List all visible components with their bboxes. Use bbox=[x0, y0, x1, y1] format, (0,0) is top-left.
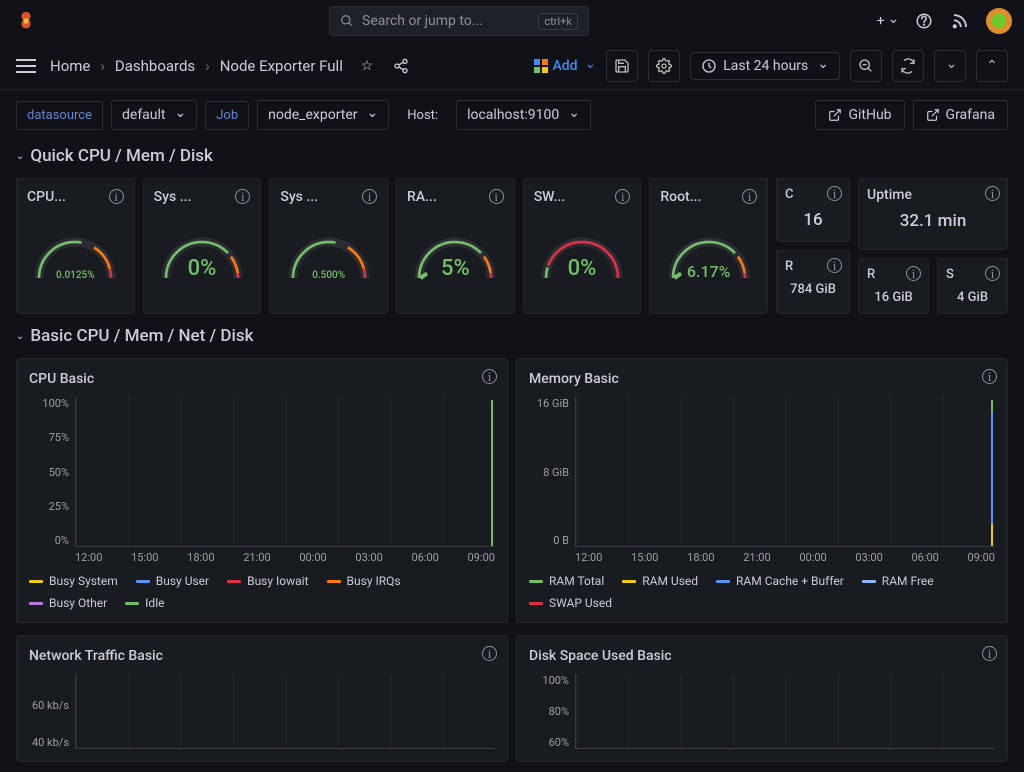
star-icon[interactable]: ☆ bbox=[357, 56, 377, 76]
refresh-interval-picker[interactable] bbox=[934, 50, 966, 82]
stat-root-total[interactable]: Ri16 GiB bbox=[858, 258, 929, 314]
stat-ram-total[interactable]: Ri784 GiB bbox=[776, 250, 850, 314]
stat-cores[interactable]: Ci16 bbox=[776, 178, 850, 242]
collapse-icon[interactable]: ⌃ bbox=[976, 50, 1008, 82]
chevron-down-icon: ⌄ bbox=[16, 151, 24, 162]
github-link[interactable]: GitHub bbox=[815, 100, 904, 130]
grafana-logo-icon[interactable] bbox=[12, 7, 40, 35]
info-icon[interactable]: i bbox=[489, 189, 504, 204]
info-icon[interactable]: i bbox=[985, 266, 1000, 281]
user-avatar[interactable] bbox=[986, 8, 1012, 34]
chevron-down-icon bbox=[364, 107, 379, 123]
chevron-down-icon: ⌄ bbox=[16, 331, 24, 342]
section-quick[interactable]: ⌄Quick CPU / Mem / Disk bbox=[0, 140, 1024, 172]
search-kbd: ctrl+k bbox=[538, 13, 578, 30]
chevron-down-icon bbox=[172, 107, 187, 123]
info-icon[interactable]: i bbox=[482, 369, 497, 384]
help-icon[interactable] bbox=[914, 11, 934, 31]
info-icon[interactable]: i bbox=[482, 646, 497, 661]
breadcrumb: Home › Dashboards › Node Exporter Full bbox=[50, 57, 343, 75]
info-icon[interactable]: i bbox=[982, 646, 997, 661]
y-axis: 16 GiB8 GiB0 B bbox=[529, 397, 575, 547]
stat-uptime[interactable]: Uptimei32.1 min bbox=[858, 178, 1008, 250]
add-icon[interactable]: + bbox=[878, 11, 898, 31]
settings-icon[interactable] bbox=[648, 50, 680, 82]
legend: Busy System Busy User Busy Iowait Busy I… bbox=[29, 574, 495, 610]
time-range-picker[interactable]: Last 24 hours bbox=[690, 52, 840, 80]
section-basic[interactable]: ⌄Basic CPU / Mem / Net / Disk bbox=[0, 320, 1024, 352]
gauge-cpu[interactable]: CPU...i0.0125% bbox=[16, 178, 135, 314]
breadcrumb-home[interactable]: Home bbox=[50, 57, 90, 75]
gauge-sys2[interactable]: Sys ...i0.500% bbox=[269, 178, 388, 314]
breadcrumb-current: Node Exporter Full bbox=[220, 57, 343, 75]
x-axis: 12:0015:0018:0021:0000:0003:0006:0009:00 bbox=[75, 551, 495, 564]
info-icon[interactable]: i bbox=[362, 189, 377, 204]
save-icon[interactable] bbox=[606, 50, 638, 82]
legend: RAM Total RAM Used RAM Cache + Buffer RA… bbox=[529, 574, 995, 610]
chevron-down-icon bbox=[814, 58, 829, 74]
zoom-out-icon[interactable] bbox=[850, 50, 882, 82]
y-axis: 100%75%50%25%0% bbox=[29, 397, 75, 547]
add-button[interactable]: Add bbox=[534, 58, 596, 74]
y-axis: 60 kb/s40 kb/s bbox=[29, 674, 75, 749]
info-icon[interactable]: i bbox=[827, 186, 842, 201]
var-host-label: Host: bbox=[397, 102, 448, 129]
info-icon[interactable]: i bbox=[742, 189, 757, 204]
info-icon[interactable]: i bbox=[985, 186, 1000, 201]
panel-network-basic[interactable]: Network Traffic Basici 60 kb/s40 kb/s bbox=[16, 635, 508, 762]
chevron-down-icon bbox=[565, 107, 580, 123]
grafana-link[interactable]: Grafana bbox=[913, 100, 1008, 130]
search-input[interactable]: Search or jump to... ctrl+k bbox=[329, 6, 589, 36]
search-placeholder: Search or jump to... bbox=[362, 13, 483, 29]
share-icon[interactable] bbox=[391, 56, 411, 76]
gauge-ram[interactable]: RA...i5% bbox=[396, 178, 515, 314]
x-axis: 12:0015:0018:0021:0000:0003:0006:0009:00 bbox=[575, 551, 995, 564]
info-icon[interactable]: i bbox=[906, 266, 921, 281]
gauge-swap[interactable]: SW...i0% bbox=[523, 178, 642, 314]
var-host-select[interactable]: localhost:9100 bbox=[456, 100, 591, 130]
var-job-select[interactable]: node_exporter bbox=[257, 100, 389, 130]
panel-disk-basic[interactable]: Disk Space Used Basici 100%80%60% bbox=[516, 635, 1008, 762]
var-datasource-select[interactable]: default bbox=[111, 100, 197, 130]
panel-cpu-basic[interactable]: CPU Basici 100%75%50%25%0% 12:0015:0018:… bbox=[16, 358, 508, 623]
var-datasource-label: datasource bbox=[16, 101, 103, 130]
info-icon[interactable]: i bbox=[827, 258, 842, 273]
breadcrumb-dashboards[interactable]: Dashboards bbox=[115, 57, 195, 75]
rss-icon[interactable] bbox=[950, 11, 970, 31]
y-axis: 100%80%60% bbox=[529, 674, 575, 749]
chevron-down-icon bbox=[582, 58, 597, 74]
var-job-label: Job bbox=[205, 101, 249, 130]
info-icon[interactable]: i bbox=[109, 189, 124, 204]
menu-icon[interactable] bbox=[16, 59, 36, 73]
panel-memory-basic[interactable]: Memory Basici 16 GiB8 GiB0 B 12:0015:001… bbox=[516, 358, 1008, 623]
refresh-icon[interactable] bbox=[892, 50, 924, 82]
gauge-root[interactable]: Root...i6.17% bbox=[649, 178, 768, 314]
gauge-sys1[interactable]: Sys ...i0% bbox=[143, 178, 262, 314]
stat-swap-total[interactable]: Si4 GiB bbox=[937, 258, 1008, 314]
info-icon[interactable]: i bbox=[982, 369, 997, 384]
